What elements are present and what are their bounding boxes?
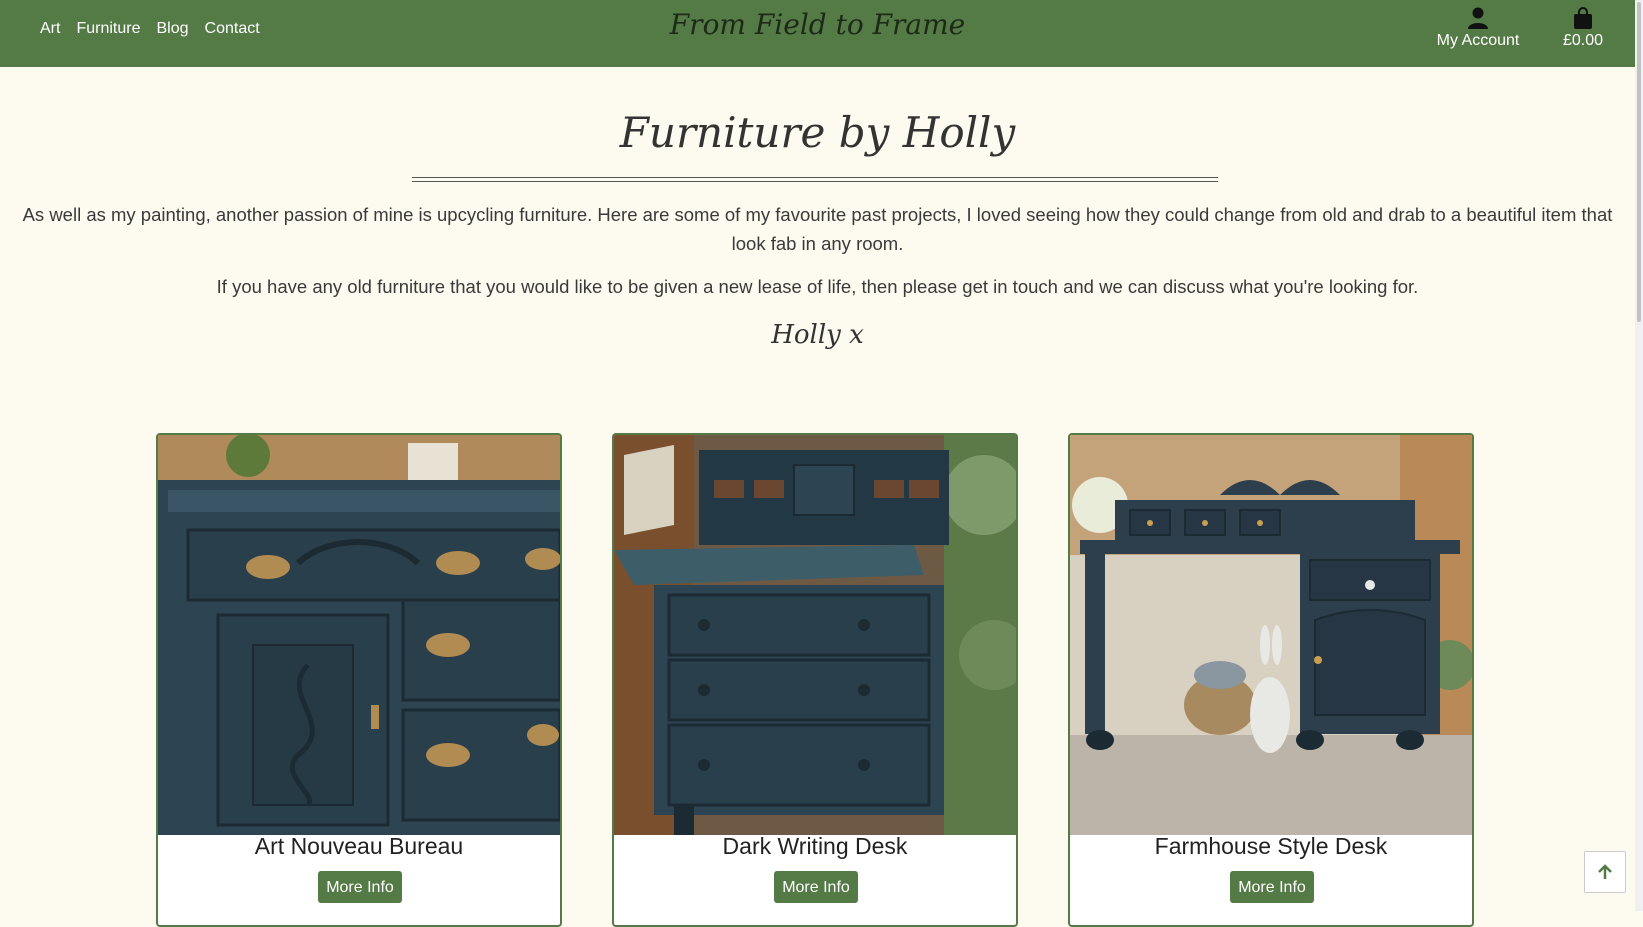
- more-info-button[interactable]: More Info: [774, 871, 858, 903]
- my-account-link[interactable]: My Account: [1432, 6, 1524, 50]
- product-card: Farmhouse Style Desk More Info: [1068, 433, 1474, 927]
- product-card: Art Nouveau Bureau More Info: [156, 433, 562, 927]
- product-card: Dark Writing Desk More Info: [612, 433, 1018, 927]
- title-divider: [412, 177, 1218, 182]
- intro-paragraph: As well as my painting, another passion …: [22, 204, 1613, 254]
- product-image[interactable]: [614, 435, 1016, 835]
- more-info-button[interactable]: More Info: [1230, 871, 1314, 903]
- arrow-up-icon: [1598, 864, 1612, 879]
- contact-paragraph: If you have any old furniture that you w…: [216, 276, 1419, 297]
- scrollbar-thumb[interactable]: [1637, 2, 1641, 322]
- page-title: Furniture by Holly: [619, 108, 1016, 157]
- signature: Holly x: [771, 320, 864, 350]
- site-brand[interactable]: From Field to Frame: [0, 8, 1635, 41]
- shopping-bag-link[interactable]: £0.00: [1555, 6, 1611, 50]
- shopping-bag-icon: [1574, 7, 1592, 29]
- product-image[interactable]: [1070, 435, 1472, 835]
- product-title: Art Nouveau Bureau: [254, 833, 464, 859]
- product-title: Dark Writing Desk: [722, 833, 908, 859]
- product-title: Farmhouse Style Desk: [1154, 833, 1388, 859]
- user-icon: [1468, 7, 1488, 29]
- my-account-label: My Account: [1436, 32, 1520, 49]
- top-navbar: Art Furniture Blog Contact From Field to…: [0, 0, 1635, 67]
- product-image[interactable]: [158, 435, 560, 835]
- more-info-button[interactable]: More Info: [318, 871, 402, 903]
- back-to-top-button[interactable]: [1584, 851, 1626, 893]
- bag-total: £0.00: [1562, 32, 1604, 49]
